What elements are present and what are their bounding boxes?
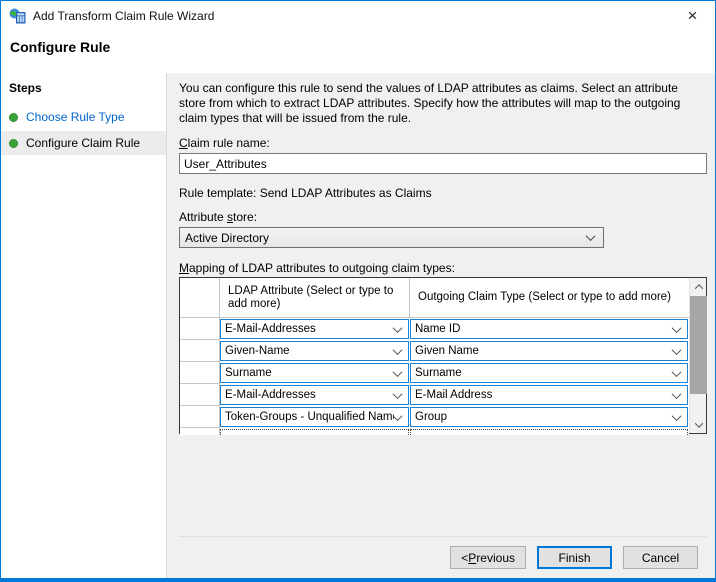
adfs-app-icon <box>9 8 26 24</box>
steps-panel: Steps Choose Rule Type Configure Claim R… <box>1 73 167 578</box>
scrollbar-thumb[interactable] <box>690 296 707 394</box>
outgoing-claim-column-header: Outgoing Claim Type (Select or type to a… <box>410 278 689 317</box>
content-pane: You can configure this rule to send the … <box>167 73 715 578</box>
outgoing-claim-select[interactable]: Group <box>410 407 688 427</box>
chevron-down-icon <box>672 389 682 399</box>
outgoing-claim-select[interactable]: Name ID <box>410 319 688 339</box>
chevron-down-icon <box>586 231 596 241</box>
outgoing-claim-select[interactable]: E-Mail Address <box>410 385 688 405</box>
chevron-down-icon <box>672 323 682 333</box>
table-row: E-Mail-Addresses E-Mail Address <box>180 384 689 406</box>
chevron-down-icon <box>393 411 403 421</box>
step-bullet-icon <box>9 139 18 148</box>
chevron-down-icon <box>393 367 403 377</box>
claim-rule-name-input[interactable] <box>179 153 707 174</box>
ldap-attribute-select[interactable]: Token-Groups - Unqualified Names <box>220 407 409 427</box>
chevron-down-icon <box>672 411 682 421</box>
chevron-down-icon <box>672 345 682 355</box>
table-row: Surname Surname <box>180 362 689 384</box>
ldap-attribute-select[interactable]: Surname <box>220 363 409 383</box>
page-title: Configure Rule <box>10 39 715 55</box>
scroll-down-icon[interactable] <box>690 416 707 433</box>
ldap-attribute-select[interactable]: E-Mail-Addresses <box>220 385 409 405</box>
table-row: Given-Name Given Name <box>180 340 689 362</box>
attribute-store-select[interactable]: Active Directory <box>179 227 604 248</box>
ldap-attribute-select[interactable]: Given-Name <box>220 341 409 361</box>
window-title: Add Transform Claim Rule Wizard <box>33 9 214 23</box>
window-bottom-border <box>1 578 715 581</box>
rule-template-text: Rule template: Send LDAP Attributes as C… <box>179 186 707 200</box>
finish-button[interactable]: Finish <box>537 546 612 569</box>
row-selector[interactable] <box>180 406 220 428</box>
table-row: Token-Groups - Unqualified Names Group <box>180 406 689 428</box>
row-selector[interactable] <box>180 362 220 384</box>
table-header-row: LDAP Attribute (Select or type to add mo… <box>180 278 689 318</box>
table-scrollbar[interactable] <box>689 278 706 433</box>
button-bar: < Previous Finish Cancel <box>179 536 707 578</box>
chevron-down-icon <box>393 389 403 399</box>
wizard-window: Add Transform Claim Rule Wizard × Config… <box>0 0 716 582</box>
claim-rule-name-label: Claim rule name: <box>179 136 707 150</box>
ldap-attribute-column-header: LDAP Attribute (Select or type to add mo… <box>220 278 410 317</box>
table-row: E-Mail-Addresses Name ID <box>180 318 689 340</box>
outgoing-claim-select[interactable]: Surname <box>410 363 688 383</box>
title-bar: Add Transform Claim Rule Wizard × <box>1 1 715 31</box>
rule-description: You can configure this rule to send the … <box>179 81 707 126</box>
steps-title: Steps <box>1 79 166 105</box>
cancel-button[interactable]: Cancel <box>623 546 698 569</box>
mapping-table: LDAP Attribute (Select or type to add mo… <box>179 277 707 434</box>
chevron-down-icon <box>393 345 403 355</box>
ldap-attribute-select[interactable]: E-Mail-Addresses <box>220 319 409 339</box>
step-choose-rule-type[interactable]: Choose Rule Type <box>1 105 166 129</box>
chevron-down-icon <box>393 323 403 333</box>
content-spacer <box>179 434 707 536</box>
heading-area: Configure Rule <box>1 31 715 73</box>
row-selector[interactable] <box>180 384 220 406</box>
close-icon[interactable]: × <box>670 1 715 31</box>
scroll-up-icon[interactable] <box>690 278 707 295</box>
step-configure-claim-rule[interactable]: Configure Claim Rule <box>1 131 166 155</box>
row-selector[interactable] <box>180 340 220 362</box>
previous-button[interactable]: < Previous <box>450 546 526 569</box>
chevron-down-icon <box>672 367 682 377</box>
mapping-label: Mapping of LDAP attributes to outgoing c… <box>179 261 707 275</box>
attribute-store-label: Attribute store: <box>179 210 707 224</box>
row-selector[interactable] <box>180 318 220 340</box>
row-selector-header <box>180 278 220 317</box>
outgoing-claim-select[interactable]: Given Name <box>410 341 688 361</box>
step-bullet-icon <box>9 113 18 122</box>
